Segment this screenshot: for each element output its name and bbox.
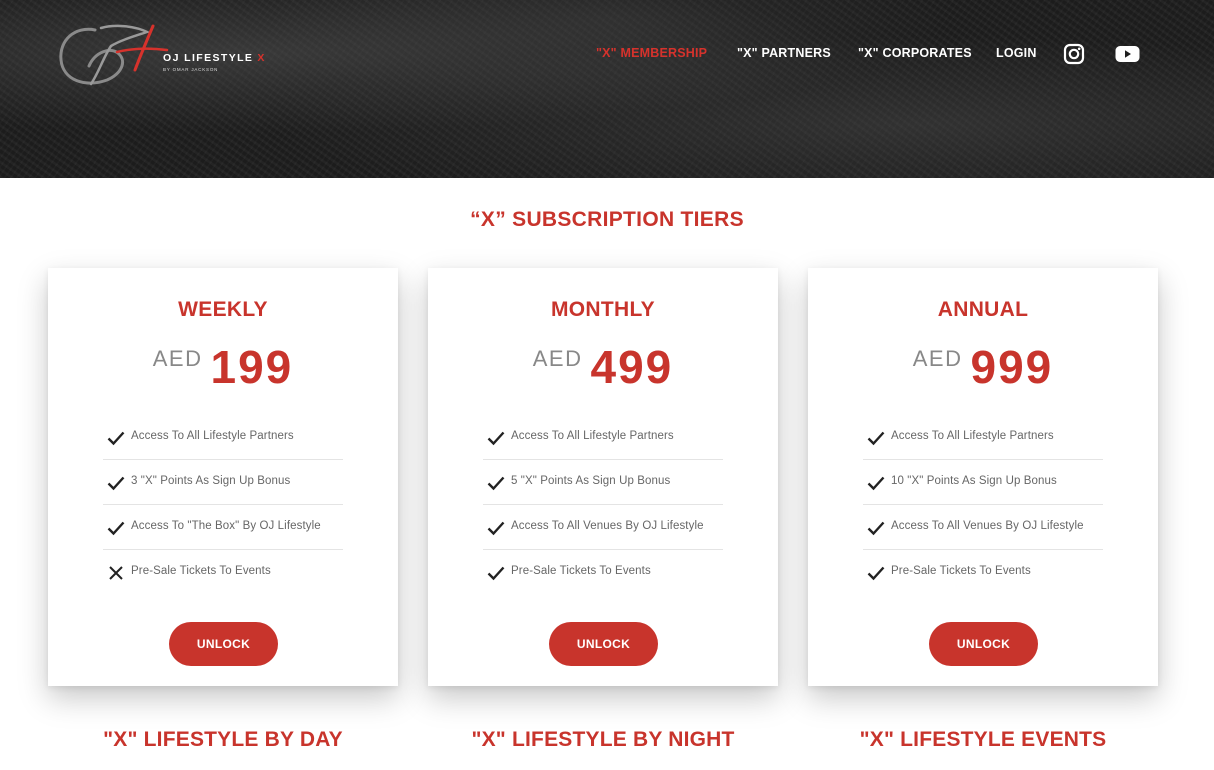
feature-text: Access To All Venues By OJ Lifestyle: [511, 520, 704, 532]
checkmark-icon: [487, 431, 505, 446]
site-header: OJ LIFESTYLE X BY OMAR JACKSON "X" MEMBER…: [0, 0, 1214, 178]
instagram-icon[interactable]: [1063, 43, 1085, 65]
close-x-icon: [109, 566, 123, 580]
feature-item: 10 "X" Points As Sign Up Bonus: [863, 460, 1103, 505]
checkmark-icon: [867, 566, 885, 581]
lifestyle-by-day-heading: "X" LIFESTYLE BY DAY: [103, 728, 343, 751]
feature-text: 3 "X" Points As Sign Up Bonus: [131, 475, 291, 487]
nav-corporates-link[interactable]: "X" CORPORATES: [858, 46, 972, 60]
logo-byline: BY OMAR JACKSON: [163, 67, 219, 72]
feature-item: Pre-Sale Tickets To Events: [863, 550, 1103, 595]
checkmark-icon: [107, 431, 125, 446]
tier-card-annual: ANNUAL AED 999 Access To All Lifestyle Pa…: [808, 268, 1158, 686]
feature-item: Access To All Venues By OJ Lifestyle: [863, 505, 1103, 550]
checkmark-icon: [107, 476, 125, 491]
feature-text: 10 "X" Points As Sign Up Bonus: [891, 475, 1057, 487]
feature-item: Pre-Sale Tickets To Events: [483, 550, 723, 595]
price-currency: AED: [912, 346, 963, 371]
feature-list: Access To All Lifestyle Partners 10 "X" …: [863, 415, 1103, 595]
nav-membership-link[interactable]: "X" MEMBERSHIP: [596, 46, 707, 60]
logo-wordmark: OJ LIFESTYLE X: [163, 52, 266, 64]
checkmark-icon: [487, 476, 505, 491]
feature-item: Access To "The Box" By OJ Lifestyle: [103, 505, 343, 550]
tier-name: MONTHLY: [551, 298, 655, 321]
feature-item: 5 "X" Points As Sign Up Bonus: [483, 460, 723, 505]
unlock-button[interactable]: UNLOCK: [169, 622, 278, 666]
feature-text: Access To All Lifestyle Partners: [511, 430, 674, 442]
checkmark-icon: [487, 566, 505, 581]
price-currency: AED: [152, 346, 203, 371]
feature-text: Pre-Sale Tickets To Events: [511, 565, 651, 577]
nav-partners-link[interactable]: "X" PARTNERS: [737, 46, 831, 60]
feature-item: Access To All Lifestyle Partners: [863, 415, 1103, 460]
feature-item: 3 "X" Points As Sign Up Bonus: [103, 460, 343, 505]
feature-item: Pre-Sale Tickets To Events: [103, 550, 343, 595]
unlock-button[interactable]: UNLOCK: [929, 622, 1038, 666]
nav-login-link[interactable]: LOGIN: [996, 46, 1037, 60]
tier-price: AED 499: [428, 340, 778, 394]
lifestyle-by-night-heading: "X" LIFESTYLE BY NIGHT: [471, 728, 735, 751]
oj-lifestyle-logo[interactable]: OJ LIFESTYLE X BY OMAR JACKSON: [55, 22, 264, 92]
checkmark-icon: [107, 521, 125, 536]
feature-text: 5 "X" Points As Sign Up Bonus: [511, 475, 671, 487]
feature-text: Access To "The Box" By OJ Lifestyle: [131, 520, 321, 532]
youtube-icon[interactable]: [1115, 43, 1140, 65]
price-currency: AED: [532, 346, 583, 371]
feature-list: Access To All Lifestyle Partners 3 "X" P…: [103, 415, 343, 595]
feature-item: Access To All Lifestyle Partners: [483, 415, 723, 460]
checkmark-icon: [487, 521, 505, 536]
price-amount: 999: [970, 341, 1054, 393]
subscription-tiers-title: “X” SUBSCRIPTION TIERS: [470, 208, 744, 231]
tier-card-weekly: WEEKLY AED 199 Access To All Lifestyle Pa…: [48, 268, 398, 686]
tier-price: AED 199: [48, 340, 398, 394]
price-amount: 499: [590, 341, 674, 393]
tier-card-monthly: MONTHLY AED 499 Access To All Lifestyle P…: [428, 268, 778, 686]
feature-text: Access To All Lifestyle Partners: [891, 430, 1054, 442]
feature-item: Access To All Lifestyle Partners: [103, 415, 343, 460]
feature-item: Access To All Venues By OJ Lifestyle: [483, 505, 723, 550]
tier-price: AED 999: [808, 340, 1158, 394]
price-amount: 199: [210, 341, 294, 393]
feature-text: Pre-Sale Tickets To Events: [891, 565, 1031, 577]
lifestyle-events-heading: "X" LIFESTYLE EVENTS: [859, 728, 1107, 751]
tier-name: ANNUAL: [937, 298, 1029, 321]
feature-list: Access To All Lifestyle Partners 5 "X" P…: [483, 415, 723, 595]
checkmark-icon: [867, 431, 885, 446]
feature-text: Access To All Venues By OJ Lifestyle: [891, 520, 1084, 532]
feature-text: Pre-Sale Tickets To Events: [131, 565, 271, 577]
unlock-button[interactable]: UNLOCK: [549, 622, 658, 666]
checkmark-icon: [867, 476, 885, 491]
checkmark-icon: [867, 521, 885, 536]
tier-name: WEEKLY: [178, 298, 268, 321]
feature-text: Access To All Lifestyle Partners: [131, 430, 294, 442]
